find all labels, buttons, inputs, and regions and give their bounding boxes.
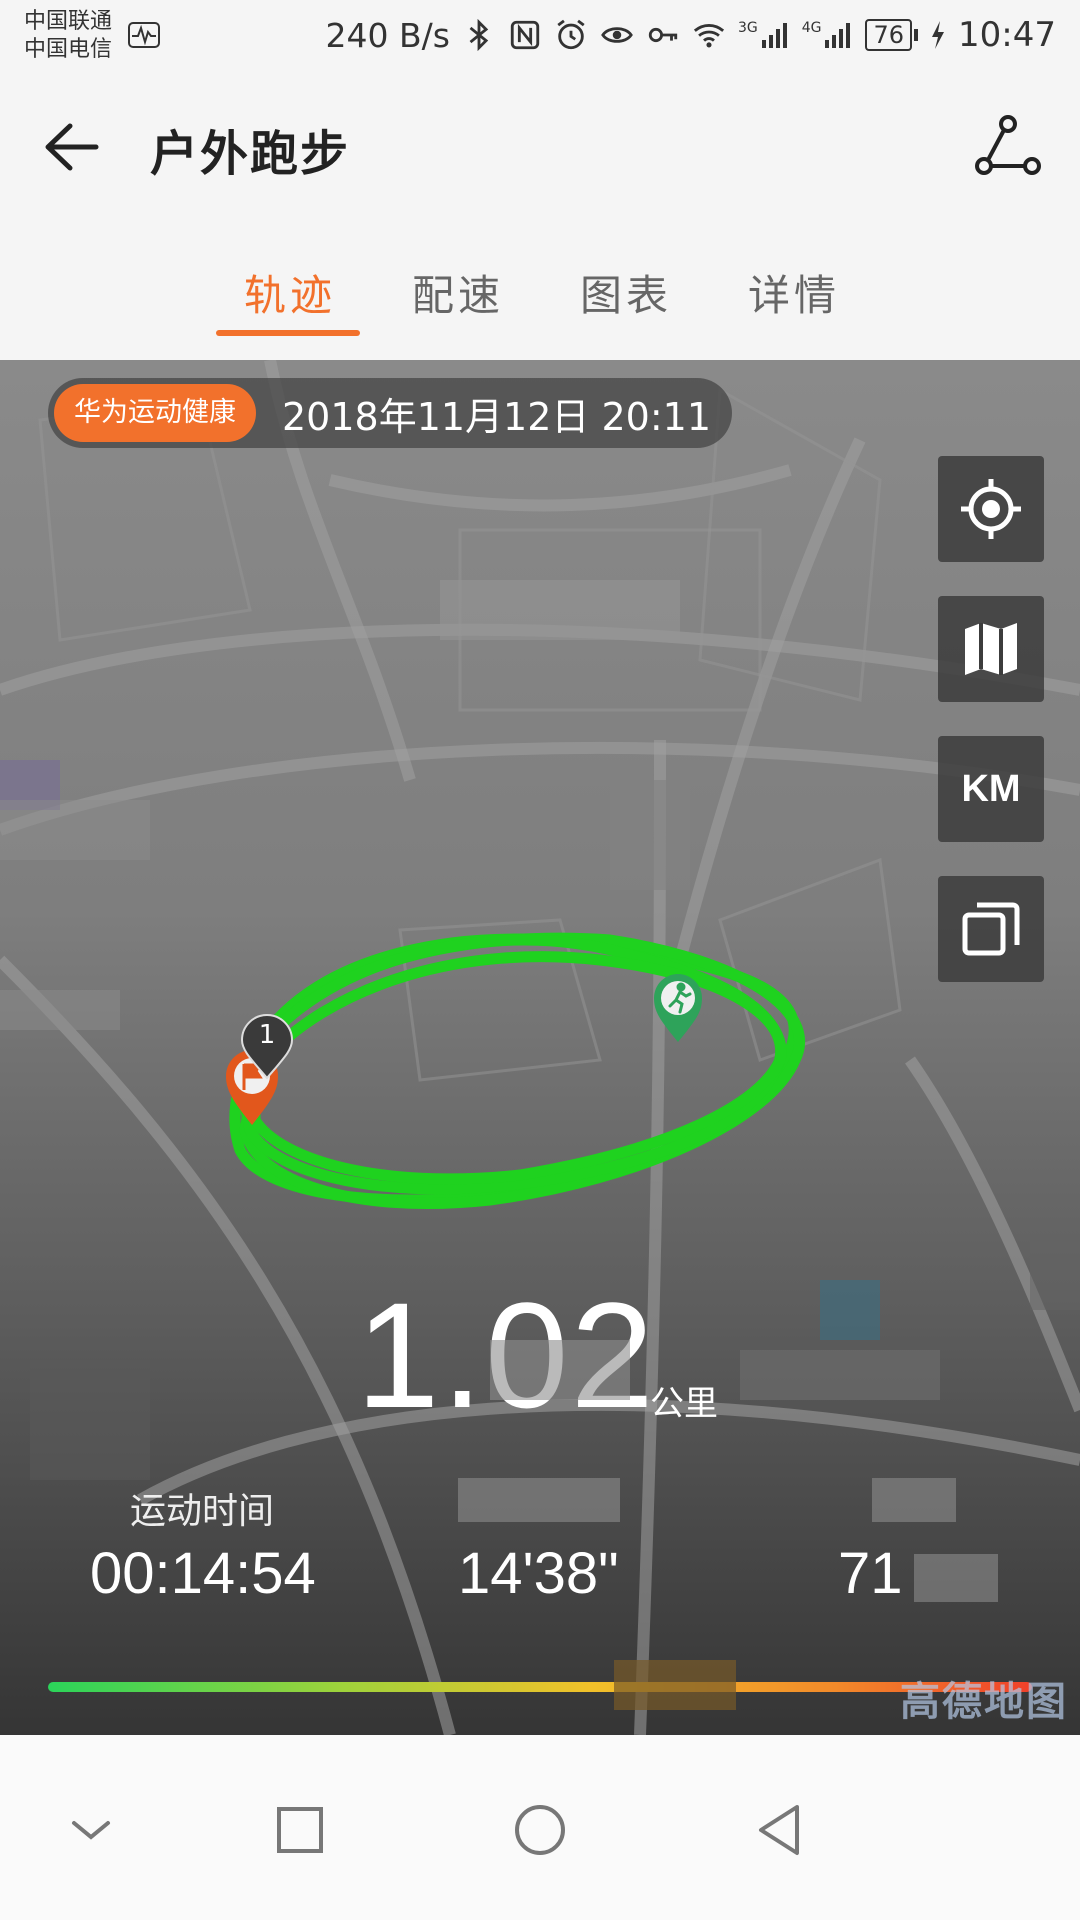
running-track	[229, 932, 806, 1209]
tab-pace[interactable]: 配速	[412, 262, 504, 323]
chevron-down-icon[interactable]	[56, 1795, 126, 1865]
map-blocks	[38, 387, 902, 1082]
tab-active-indicator	[216, 330, 360, 336]
battery-icon: 76	[865, 19, 919, 51]
layers-icon	[962, 902, 1020, 956]
tab-track[interactable]: 轨迹	[244, 262, 336, 323]
back-arrow-icon[interactable]	[38, 112, 108, 182]
system-nav-bar	[0, 1735, 1080, 1920]
network-4g-label: 4G	[801, 20, 822, 36]
map-icon	[965, 623, 1017, 675]
page-title: 户外跑步	[150, 126, 351, 182]
map-type-button[interactable]	[938, 596, 1044, 702]
network-3g-label: 3G	[737, 20, 758, 36]
status-icons: 240 B/s 3G 4G 76 10:47	[326, 12, 1057, 58]
recents-square-icon[interactable]	[265, 1795, 335, 1865]
signal-4g-icon: 4G	[802, 20, 854, 50]
clock: 10:47	[958, 15, 1056, 55]
unit-km-label: KM	[961, 767, 1021, 810]
third-label-blur	[872, 1478, 956, 1522]
pace-gradient-bar	[48, 1682, 1032, 1692]
key-icon	[648, 27, 678, 43]
workout-date-pill: 华为运动健康 2018年11月12日 20:11	[48, 378, 732, 448]
carrier-info: 中国联通 中国电信	[24, 8, 112, 64]
battery-tip	[914, 29, 919, 41]
unit-km-button[interactable]: KM	[938, 736, 1044, 842]
workout-datetime: 2018年11月12日 20:11	[282, 394, 712, 439]
map-view[interactable]: 华为运动健康 2018年11月12日 20:11 KM 1 公里 运动时间 00…	[0, 360, 1080, 1735]
status-bar: 中国联通 中国电信 240 B/s 3G 4G 76 10:47	[0, 0, 1080, 70]
crosshair-icon	[961, 479, 1021, 539]
tab-details[interactable]: 详情	[748, 262, 840, 323]
eye-icon	[601, 27, 633, 43]
signal-3g-icon: 3G	[738, 20, 790, 50]
wifi-icon	[693, 24, 725, 48]
distance-blur	[490, 1340, 630, 1400]
layers-button[interactable]	[938, 876, 1044, 982]
map-credit: 高德地图	[900, 1679, 1068, 1725]
brand-badge: 华为运动健康	[54, 384, 256, 442]
app-header: 户外跑步	[0, 70, 1080, 220]
battery-level: 76	[865, 19, 913, 51]
distance-unit: 公里	[650, 1384, 718, 1424]
back-triangle-icon[interactable]	[745, 1795, 815, 1865]
pace-value: 14'38"	[458, 1541, 619, 1606]
duration-value: 00:14:54	[90, 1541, 316, 1606]
home-circle-icon[interactable]	[505, 1795, 575, 1865]
km-marker-label: 1	[258, 1020, 276, 1050]
bluetooth-icon	[469, 18, 489, 52]
activity-icon	[128, 22, 160, 48]
charging-icon	[932, 21, 945, 49]
third-unit-blur	[914, 1554, 998, 1602]
route-icon[interactable]	[972, 110, 1044, 182]
nfc-icon	[510, 20, 540, 50]
pace-bar-blur	[614, 1660, 736, 1710]
third-value: 71	[838, 1541, 903, 1606]
locate-button[interactable]	[938, 456, 1044, 562]
carrier-2: 中国电信	[24, 37, 113, 62]
net-speed: 240 B/s	[325, 15, 450, 55]
tab-chart[interactable]: 图表	[580, 262, 672, 323]
alarm-icon	[557, 19, 585, 50]
duration-label: 运动时间	[130, 1491, 275, 1532]
pace-label-blur	[458, 1478, 620, 1522]
carrier-1: 中国联通	[24, 9, 113, 34]
end-runner-marker[interactable]	[650, 970, 706, 1046]
tab-bar: 轨迹 配速 图表 详情	[0, 220, 1080, 360]
